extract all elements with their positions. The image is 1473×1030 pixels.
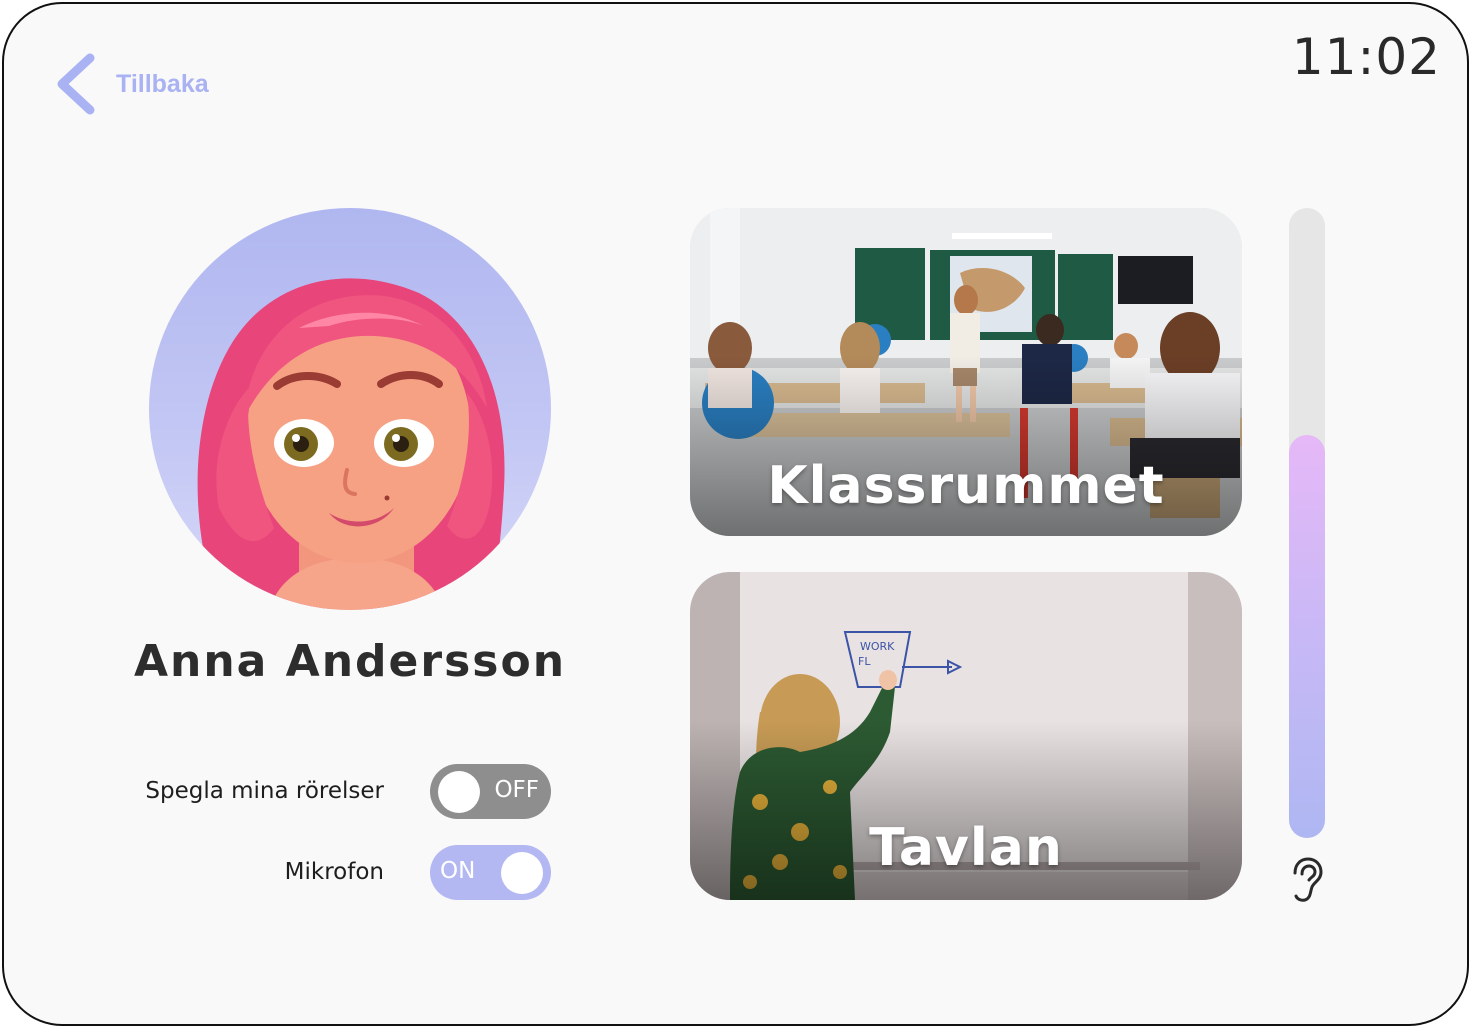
back-label: Tillbaka	[116, 69, 209, 98]
classroom-title: Klassrummet	[767, 456, 1165, 516]
avatar-illustration	[197, 278, 505, 610]
avatar	[149, 208, 551, 610]
volume-slider[interactable]	[1289, 208, 1325, 838]
toggle-knob	[501, 852, 543, 894]
whiteboard-view-card[interactable]: WORK FL Tavlan	[690, 572, 1242, 900]
app-frame: Tillbaka 11:02 Anna Andersson Spegla min…	[2, 2, 1469, 1026]
user-name: Anna Andersson	[133, 636, 567, 687]
microphone-label: Mikrofon	[284, 859, 384, 885]
toggle-knob	[438, 771, 480, 813]
volume-level-fill	[1289, 435, 1325, 838]
classroom-view-card[interactable]: Klassrummet	[690, 208, 1242, 536]
svg-text:FL: FL	[858, 655, 871, 668]
mirror-toggle[interactable]: OFF	[430, 764, 551, 819]
svg-text:WORK: WORK	[860, 640, 895, 653]
ear-icon	[1287, 856, 1325, 908]
back-button[interactable]: Tillbaka	[54, 52, 209, 116]
microphone-toggle-state: ON	[440, 858, 476, 884]
mirror-toggle-state: OFF	[494, 777, 539, 803]
whiteboard-title: Tavlan	[869, 818, 1063, 878]
microphone-toggle[interactable]: ON	[430, 845, 551, 900]
chevron-left-icon	[57, 53, 95, 115]
clock: 11:02	[1291, 28, 1441, 86]
mirror-label: Spegla mina rörelser	[145, 778, 384, 804]
